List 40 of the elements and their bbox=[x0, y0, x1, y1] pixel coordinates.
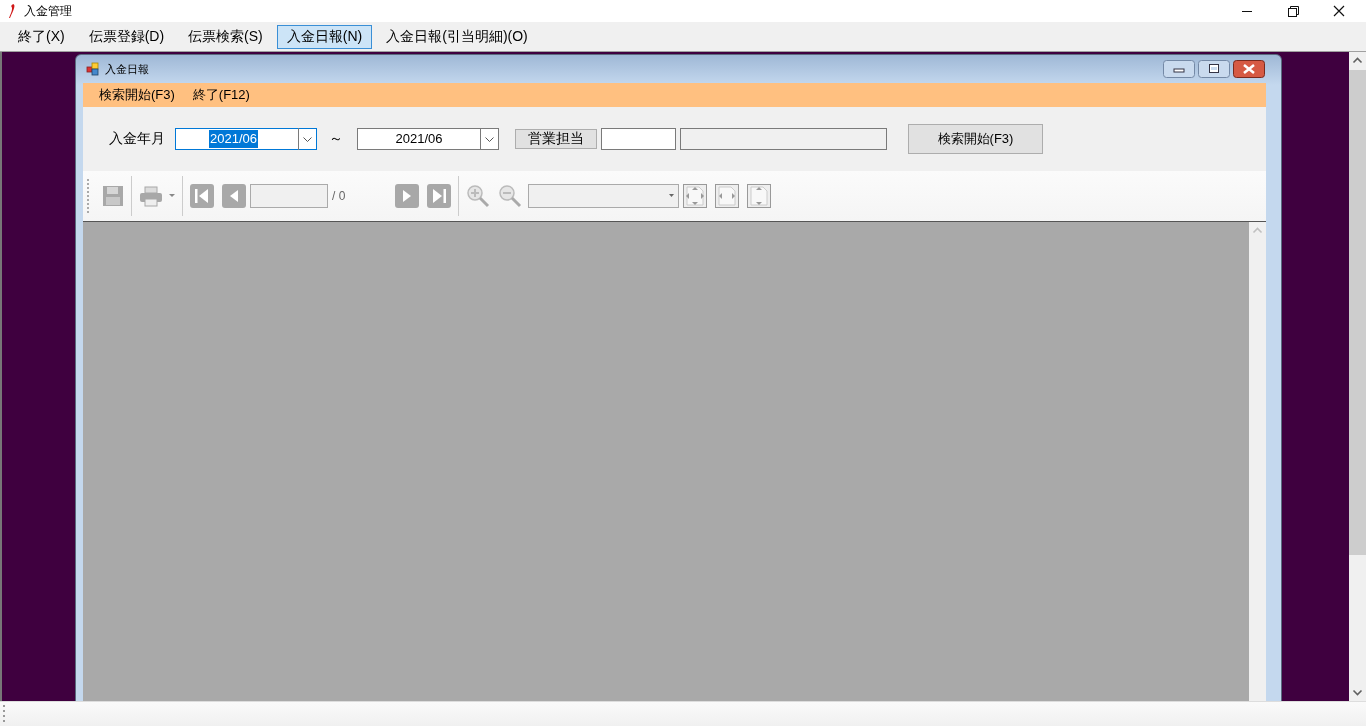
caret-down-icon[interactable] bbox=[669, 194, 676, 198]
next-page-icon[interactable] bbox=[395, 184, 420, 208]
scrollbar[interactable] bbox=[1249, 222, 1266, 701]
page-count: / 0 bbox=[332, 189, 346, 203]
menu-item[interactable]: 伝票登録(D) bbox=[78, 24, 175, 49]
window-title: 入金日報 bbox=[105, 61, 149, 77]
fit-height-icon[interactable] bbox=[747, 184, 772, 208]
zoom-in-icon[interactable] bbox=[466, 184, 491, 208]
input-field[interactable] bbox=[680, 128, 887, 150]
caret-down-icon[interactable] bbox=[169, 194, 176, 198]
window-title: 入金管理 bbox=[24, 2, 72, 20]
previous-page-icon[interactable] bbox=[222, 184, 246, 208]
date-dropdown[interactable]: 2021/06 bbox=[175, 128, 317, 150]
menu-item[interactable]: 検索開始(F3) bbox=[99, 86, 175, 104]
maximize-icon[interactable] bbox=[1198, 60, 1230, 78]
feather-icon bbox=[6, 3, 16, 19]
staff-button[interactable]: 営業担当 bbox=[515, 129, 597, 149]
menu-item[interactable]: 伝票検索(S) bbox=[178, 24, 273, 49]
zoom-out-icon[interactable] bbox=[498, 184, 523, 208]
grip-icon bbox=[87, 179, 90, 213]
search-button[interactable]: 検索開始(F3) bbox=[908, 124, 1043, 154]
range-separator: ～ bbox=[329, 130, 343, 148]
fit-width-icon[interactable] bbox=[715, 184, 740, 208]
first-page-icon[interactable] bbox=[190, 184, 214, 208]
menu-item[interactable]: 入金日報(引当明細)(O) bbox=[376, 24, 538, 49]
grip-icon bbox=[3, 703, 6, 725]
menu-item[interactable]: 終了(X) bbox=[8, 24, 75, 49]
last-page-icon[interactable] bbox=[427, 184, 452, 208]
window-icon bbox=[86, 62, 100, 76]
input-field[interactable] bbox=[601, 128, 676, 150]
page-number-field[interactable] bbox=[250, 184, 328, 208]
fit-page-icon[interactable] bbox=[683, 184, 708, 208]
printer-icon[interactable] bbox=[139, 185, 163, 207]
close-icon[interactable] bbox=[1233, 60, 1265, 78]
scrollbar-thumb[interactable] bbox=[1349, 70, 1366, 555]
menu-item[interactable]: 入金日報(N) bbox=[276, 24, 373, 49]
date-dropdown[interactable]: 2021/06 bbox=[357, 128, 499, 150]
menu-item[interactable]: 終了(F12) bbox=[192, 86, 250, 104]
field-label: 入金年月 bbox=[109, 130, 165, 148]
scrollbar[interactable] bbox=[1349, 52, 1366, 701]
